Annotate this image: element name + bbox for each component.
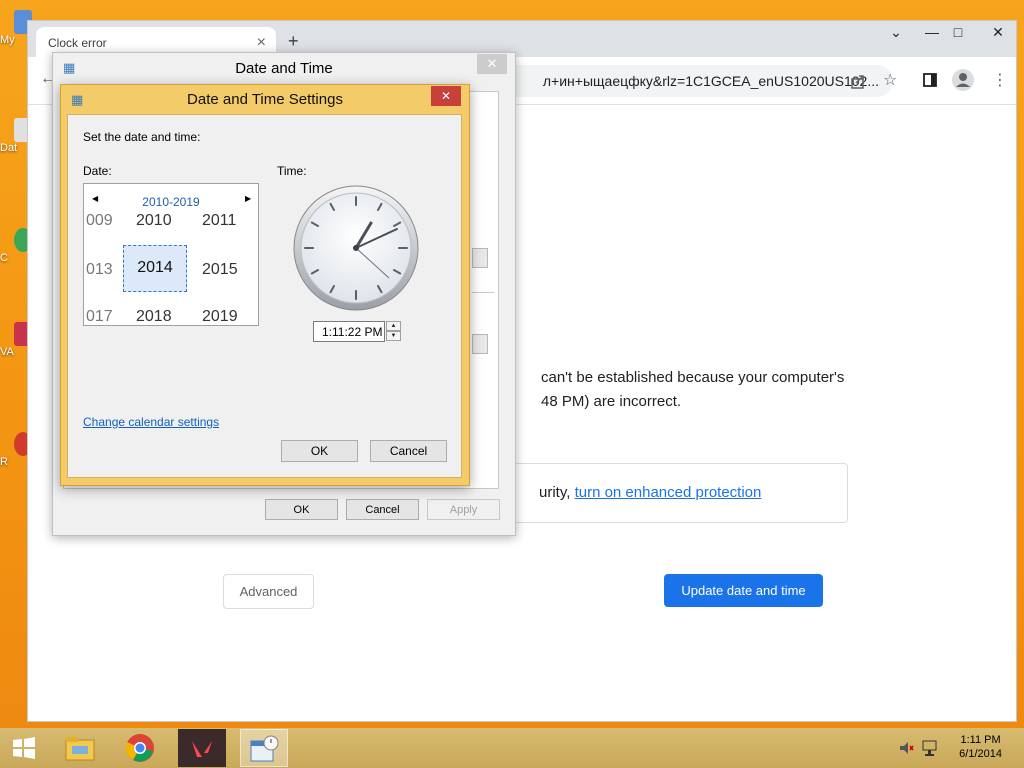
change-calendar-settings-link[interactable]: Change calendar settings <box>83 415 219 429</box>
desktop-icon-label: R <box>0 456 8 468</box>
enhanced-protection-box: urity, turn on enhanced protection <box>490 463 848 523</box>
share-icon[interactable] <box>850 73 866 89</box>
date-time-icon <box>250 735 279 762</box>
apply-button[interactable]: Apply <box>427 499 500 520</box>
calendar-next-button[interactable]: ▶ <box>245 194 251 203</box>
year-cell[interactable]: 2018 <box>136 308 172 325</box>
start-icon <box>13 737 35 759</box>
star-icon[interactable]: ☆ <box>883 70 897 90</box>
dialog-title: Date and Time <box>53 53 515 83</box>
year-cell[interactable]: 2011 <box>202 212 236 230</box>
time-label: Time: <box>277 164 307 178</box>
date-time-icon: ▦ <box>63 60 76 75</box>
maximize-button[interactable]: □ <box>943 24 973 40</box>
desktop-icon-riot[interactable]: R <box>0 432 32 468</box>
change-timezone-stub[interactable] <box>472 334 488 354</box>
ok-button[interactable]: OK <box>265 499 338 520</box>
new-tab-button[interactable]: + <box>288 31 299 52</box>
taskbar-clock[interactable]: 1:11 PM 6/1/2014 <box>959 733 1002 761</box>
start-button[interactable] <box>0 729 48 767</box>
dialog-title: Date and Time Settings <box>187 91 343 108</box>
taskbar-valorant[interactable] <box>178 729 226 767</box>
spin-up-button[interactable]: ▲ <box>386 321 401 331</box>
error-line-2: 48 PM) are incorrect. <box>541 393 682 410</box>
desktop-icon-chrome[interactable]: C <box>0 228 32 264</box>
error-line-1: can't be established because your comput… <box>541 369 845 386</box>
enhanced-protection-link[interactable]: turn on enhanced protection <box>575 484 762 501</box>
analog-clock-icon <box>293 185 419 311</box>
instruction-label: Set the date and time: <box>83 130 201 144</box>
cancel-button[interactable]: Cancel <box>370 440 447 462</box>
change-button-stub[interactable] <box>472 248 488 268</box>
clock-date: 6/1/2014 <box>959 748 1002 760</box>
menu-icon[interactable]: ⋮ <box>992 70 1008 90</box>
date-time-settings-dialog: ▦ Date and Time Settings ✕ Set the date … <box>60 84 470 486</box>
date-label: Date: <box>83 164 112 178</box>
desktop-icon-date[interactable]: Dat <box>0 118 32 154</box>
taskbar-date-time[interactable] <box>240 729 288 767</box>
chrome-icon <box>125 734 154 762</box>
year-cell[interactable]: 2015 <box>202 261 238 279</box>
network-icon[interactable] <box>922 739 938 757</box>
file-explorer-icon <box>65 737 95 761</box>
tab-search-icon[interactable]: ⌄ <box>881 24 911 41</box>
tab-title: Clock error <box>48 36 107 50</box>
valorant-icon <box>192 741 212 757</box>
ok-button[interactable]: OK <box>281 440 358 462</box>
selected-year-cell[interactable]: 2014 <box>123 245 187 292</box>
taskbar-chrome[interactable] <box>116 729 164 767</box>
desktop-icon-label: Dat <box>0 142 18 154</box>
calendar: ◀ 2010-2019 ▶ 009 2010 2011 013 2014 201… <box>83 183 259 326</box>
desktop-icon-valorant[interactable]: VA <box>0 322 32 358</box>
clock-time: 1:11 PM <box>960 734 1001 746</box>
year-cell[interactable]: 009 <box>86 212 113 230</box>
close-button[interactable]: ✕ <box>431 86 461 106</box>
desktop-icon-label: My <box>0 34 15 46</box>
taskbar-file-explorer[interactable] <box>56 729 104 767</box>
cancel-button[interactable]: Cancel <box>346 499 419 520</box>
sidebar-icon[interactable] <box>923 73 937 87</box>
volume-muted-icon[interactable] <box>898 740 914 756</box>
enhanced-prefix: urity, <box>539 484 575 501</box>
desktop-icon-label: VA <box>0 346 14 358</box>
time-input[interactable]: 1:11:22 PM <box>313 321 385 342</box>
dialog-body: Set the date and time: Date: Time: ◀ 201… <box>67 114 462 478</box>
tab-close-icon[interactable]: × <box>257 34 266 52</box>
address-text: л+ин+ыщаецфку&rlz=1C1GCEA_enUS1020US102.… <box>542 73 879 89</box>
year-cell[interactable]: 017 <box>86 308 113 325</box>
desktop-icon-label: C <box>0 252 8 264</box>
desktop-icon-my-computer[interactable]: My <box>0 10 32 46</box>
calendar-range-header[interactable]: 2010-2019 <box>84 195 258 209</box>
profile-icon[interactable] <box>952 69 974 91</box>
close-window-button[interactable]: ✕ <box>983 24 1013 41</box>
year-cell[interactable]: 013 <box>86 261 113 279</box>
taskbar: 1:11 PM 6/1/2014 <box>0 728 1024 768</box>
spin-down-button[interactable]: ▼ <box>386 331 401 341</box>
update-date-time-button[interactable]: Update date and time <box>664 574 823 607</box>
error-description: can't be established because your comput… <box>541 366 861 414</box>
time-spinner[interactable]: ▲ ▼ <box>386 321 401 342</box>
close-button[interactable]: ✕ <box>477 54 507 74</box>
divider <box>472 292 494 293</box>
year-cell[interactable]: 2010 <box>136 212 172 230</box>
advanced-button[interactable]: Advanced <box>223 574 314 609</box>
year-cell[interactable]: 2019 <box>202 308 238 325</box>
